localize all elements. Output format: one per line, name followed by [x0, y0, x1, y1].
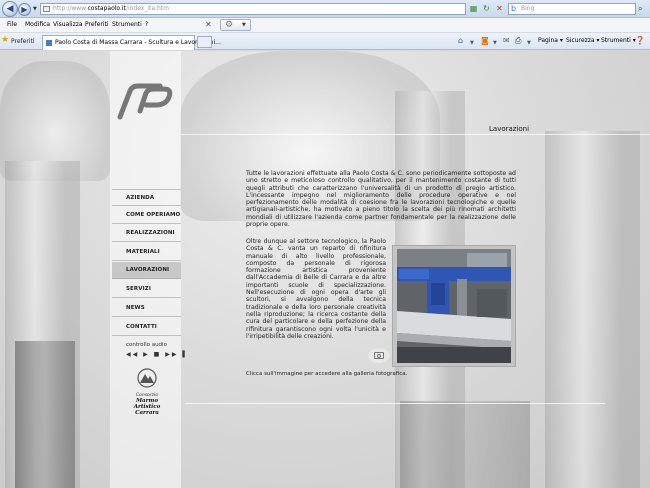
home-icon[interactable]: ⌂	[458, 36, 463, 45]
nav-label: SERVIZI	[126, 286, 151, 292]
history-dropdown-icon[interactable]: ▼	[33, 6, 37, 12]
security-menu-button[interactable]: Sicurezza ▾	[566, 37, 600, 44]
security-menu-label: Sicurezza	[566, 37, 595, 44]
compatibility-icon[interactable]: ▦	[468, 3, 479, 14]
search-icon[interactable]: ⌕	[638, 4, 642, 14]
bottom-divider	[185, 403, 605, 404]
url-field[interactable]: http://www.costapaolo.it/index_ita.htm	[40, 3, 466, 15]
search-input[interactable]: b Bing	[508, 3, 636, 15]
camera-icon[interactable]	[368, 348, 390, 363]
page-icon	[43, 6, 50, 12]
forward-arrow-icon: ▶	[21, 5, 28, 14]
background-column	[545, 131, 640, 488]
menu-help[interactable]: ?	[145, 21, 148, 28]
address-bar: ◀ ▶ ▼ http://www.costapaolo.it/index_ita…	[0, 0, 650, 18]
consorzio-line1: Marmo Artistico	[133, 398, 161, 410]
nav-label: CONTATTI	[126, 324, 157, 330]
gallery-photo[interactable]	[397, 249, 511, 363]
consorzio-emblem-icon	[137, 368, 157, 388]
url-path: /index_ita.htm	[125, 5, 169, 12]
menu-visualizza[interactable]: Visualizza	[53, 21, 83, 28]
feeds-dropdown-icon[interactable]: ▼	[493, 39, 497, 48]
nav-come-operiamo[interactable]: COME OPERIAMO	[112, 207, 181, 224]
menu-modifica[interactable]: Modifica	[25, 21, 50, 28]
nav-label: NEWS	[126, 305, 145, 311]
search-placeholder: Bing	[521, 5, 535, 12]
nav-materiali[interactable]: MATERIALI	[112, 244, 181, 261]
audio-controls[interactable]: ◀◀ ▶ ■ ▶▶ ▌	[126, 351, 189, 358]
menu-preferiti[interactable]: Preferiti	[85, 21, 109, 28]
nav-label: MATERIALI	[126, 249, 160, 255]
company-logo[interactable]	[116, 83, 174, 121]
nav-news[interactable]: NEWS	[112, 300, 181, 317]
print-dropdown-icon[interactable]: ▼	[527, 39, 531, 48]
new-tab-button[interactable]	[197, 36, 212, 48]
close-toolbar-icon[interactable]: ✕	[205, 20, 212, 29]
bing-icon: b	[511, 4, 517, 13]
url-scheme: http://www.	[53, 5, 88, 12]
tools-menu-label: Strumenti	[601, 37, 631, 44]
page-menu-label: Pagina	[538, 37, 558, 44]
nav-label: COME OPERIAMO	[126, 212, 181, 218]
nav-contatti[interactable]: CONTATTI	[112, 319, 181, 336]
tools-menu-button[interactable]: Strumenti ▾	[601, 37, 636, 44]
consorzio-line2: Carrara	[135, 410, 159, 416]
refresh-icon[interactable]: ↻	[481, 3, 492, 14]
page-title: Lavorazioni	[489, 125, 530, 133]
page-menu-button[interactable]: Pagina ▾	[538, 37, 563, 44]
print-icon[interactable]: ⎙	[515, 36, 521, 45]
back-button[interactable]: ◀	[2, 1, 18, 17]
gallery-caption: Clicca sull'immagine per accedere alla g…	[246, 371, 408, 377]
background-dark-column	[15, 341, 75, 488]
toolbar-gear-button[interactable]: ⚙ ▼	[220, 19, 251, 31]
menu-file[interactable]: File	[7, 21, 17, 28]
stop-icon[interactable]: ✕	[494, 3, 505, 14]
intro-paragraph: Tutte le lavorazioni effettuate alla Pao…	[246, 170, 516, 229]
nav-label: REALIZZAZIONI	[126, 230, 175, 236]
body-paragraph: Oltre dunque al settore tecnologico, la …	[246, 238, 386, 340]
machine-photo-image	[397, 249, 511, 363]
nav-servizi[interactable]: SERVIZI	[112, 281, 181, 298]
nav-label: LAVORAZIONI	[126, 267, 170, 273]
home-dropdown-icon[interactable]: ▼	[470, 39, 474, 48]
nav-azienda[interactable]: AZIENDA	[112, 189, 181, 206]
site-favicon-icon	[46, 40, 52, 46]
tab-title: Paolo Costa di Massa Carrara - Scultura …	[55, 39, 221, 46]
camera-lens	[377, 354, 381, 358]
title-divider	[181, 134, 650, 135]
consorzio-logo[interactable]: Consorzio Marmo Artistico Carrara	[122, 368, 172, 416]
menu-strumenti[interactable]: Strumenti	[112, 21, 142, 28]
chevron-down-icon: ▼	[242, 22, 246, 28]
favorites-bar: ★ Preferiti Paolo Costa di Massa Carrara…	[0, 33, 650, 50]
mail-icon[interactable]: ✉	[503, 36, 510, 45]
favorites-star-icon[interactable]: ★	[1, 36, 9, 45]
nav-label: AZIENDA	[126, 195, 155, 201]
favorites-button[interactable]: Preferiti	[11, 38, 35, 45]
help-icon[interactable]: ❓	[635, 36, 645, 45]
url-host: costapaolo.it	[87, 5, 126, 12]
gear-icon: ⚙	[225, 20, 234, 30]
nav-lavorazioni[interactable]: LAVORAZIONI	[112, 262, 181, 279]
feeds-icon[interactable]: ◙	[481, 36, 489, 45]
nav-realizzazioni[interactable]: REALIZZAZIONI	[112, 225, 181, 242]
forward-button[interactable]: ▶	[18, 3, 31, 16]
menu-bar: File Modifica Visualizza Preferiti Strum…	[0, 18, 650, 33]
tab-active[interactable]: Paolo Costa di Massa Carrara - Scultura …	[42, 35, 221, 50]
background-dark-column	[400, 401, 530, 488]
back-arrow-icon: ◀	[6, 4, 14, 14]
audio-label: controllo audio	[126, 342, 167, 348]
